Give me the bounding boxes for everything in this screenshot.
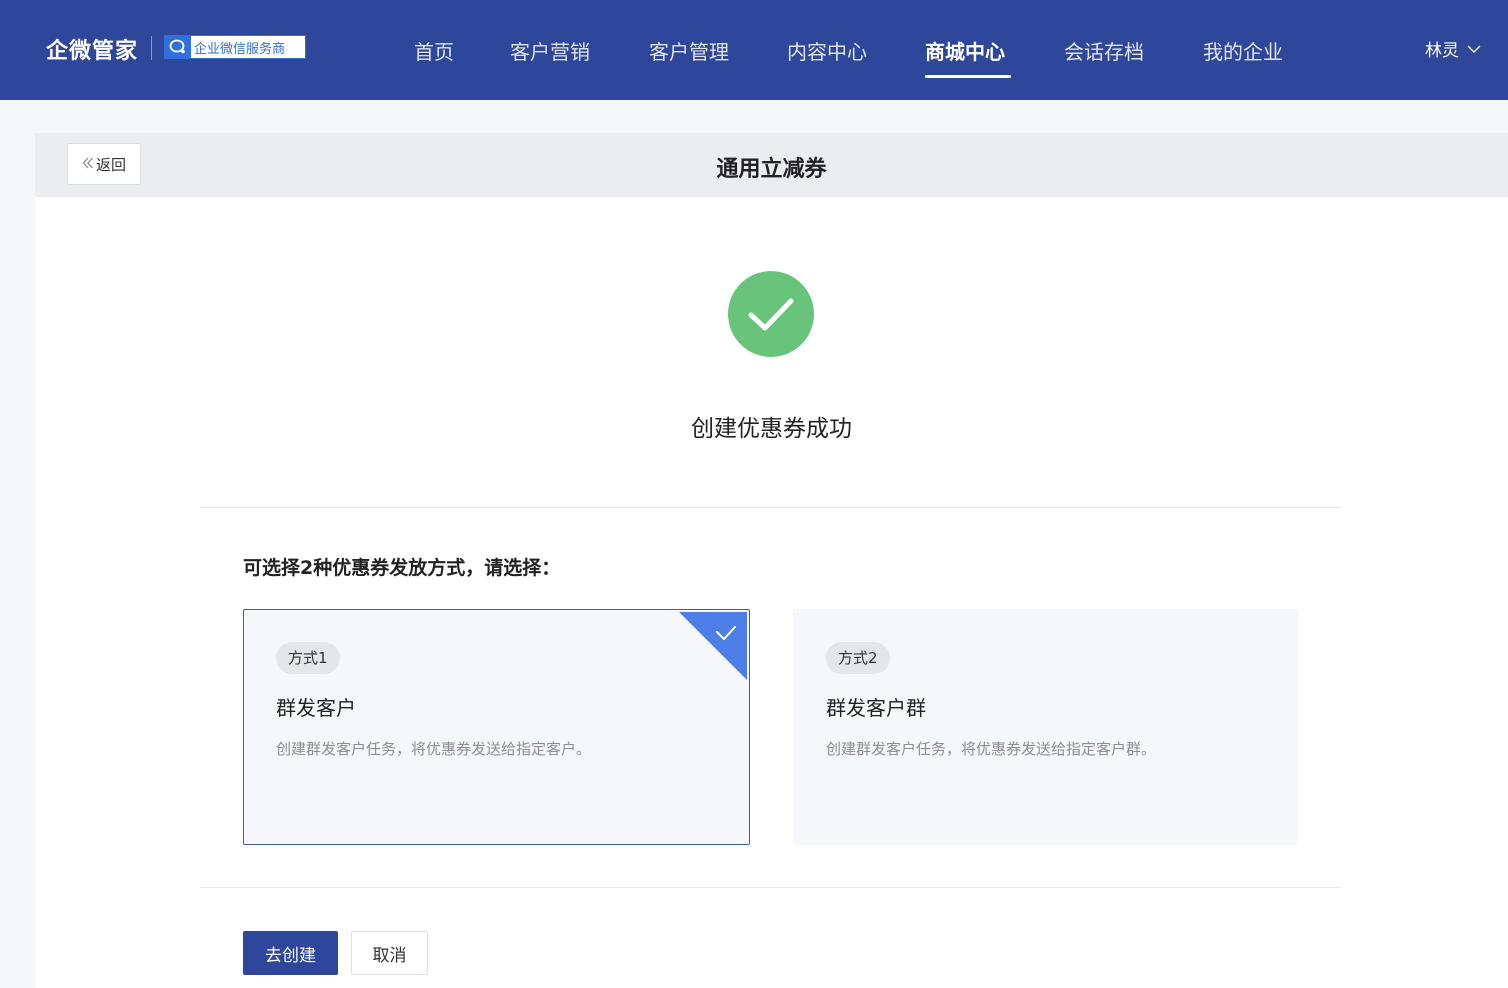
create-button[interactable]: 去创建 [243,931,338,975]
nav-item-mall-center[interactable]: 商城中心 [925,36,1005,65]
section-divider [200,887,1341,888]
partner-badge: 企业微信服务商 [164,35,306,59]
option-tag: 方式2 [826,642,890,674]
nav-item-home[interactable]: 首页 [414,36,454,65]
option-description: 创建群发客户任务，将优惠券发送给指定客户群。 [826,740,1157,758]
nav-item-customer-management[interactable]: 客户管理 [649,36,729,65]
nav-item-customer-marketing[interactable]: 客户营销 [510,36,590,65]
option-tag: 方式1 [276,642,340,674]
user-menu[interactable]: 林灵 [1425,36,1481,61]
option-description: 创建群发客户任务，将优惠券发送给指定客户。 [276,740,592,758]
distribution-prompt: 可选择2种优惠券发放方式，请选择： [243,557,561,579]
nav-item-my-enterprise[interactable]: 我的企业 [1203,36,1283,65]
option-card-group-customers[interactable]: 方式1 群发客户 创建群发客户任务，将优惠券发送给指定客户。 [243,609,750,845]
option-title: 群发客户 [276,696,356,720]
option-title: 群发客户群 [826,696,926,720]
check-circle-icon [727,270,815,358]
user-name: 林灵 [1425,41,1459,61]
page-title: 通用立减券 [716,157,827,182]
section-divider [200,507,1341,508]
selected-check-icon [679,612,747,680]
nav-item-content-center[interactable]: 内容中心 [787,36,867,65]
main-content: 创建优惠券成功 可选择2种优惠券发放方式，请选择： 方式1 群发客户 创建群发客… [35,197,1508,988]
cancel-button[interactable]: 取消 [351,931,428,975]
partner-badge-label: 企业微信服务商 [194,41,286,57]
chat-bubble-icon [165,36,191,58]
top-navbar: 企微管家 企业微信服务商 首页 客户营销 客户管理 内容中心 商城中心 会话存档… [0,0,1508,100]
success-message: 创建优惠券成功 [691,416,852,442]
chevron-down-icon [1467,39,1481,59]
active-nav-indicator [925,75,1011,78]
app-logo[interactable]: 企微管家 [46,33,138,65]
nav-item-chat-archive[interactable]: 会话存档 [1064,36,1144,65]
option-card-group-customer-groups[interactable]: 方式2 群发客户群 创建群发客户任务，将优惠券发送给指定客户群。 [793,609,1298,845]
logo-divider [151,36,152,60]
page-header: 返回 通用立减券 [35,133,1508,197]
